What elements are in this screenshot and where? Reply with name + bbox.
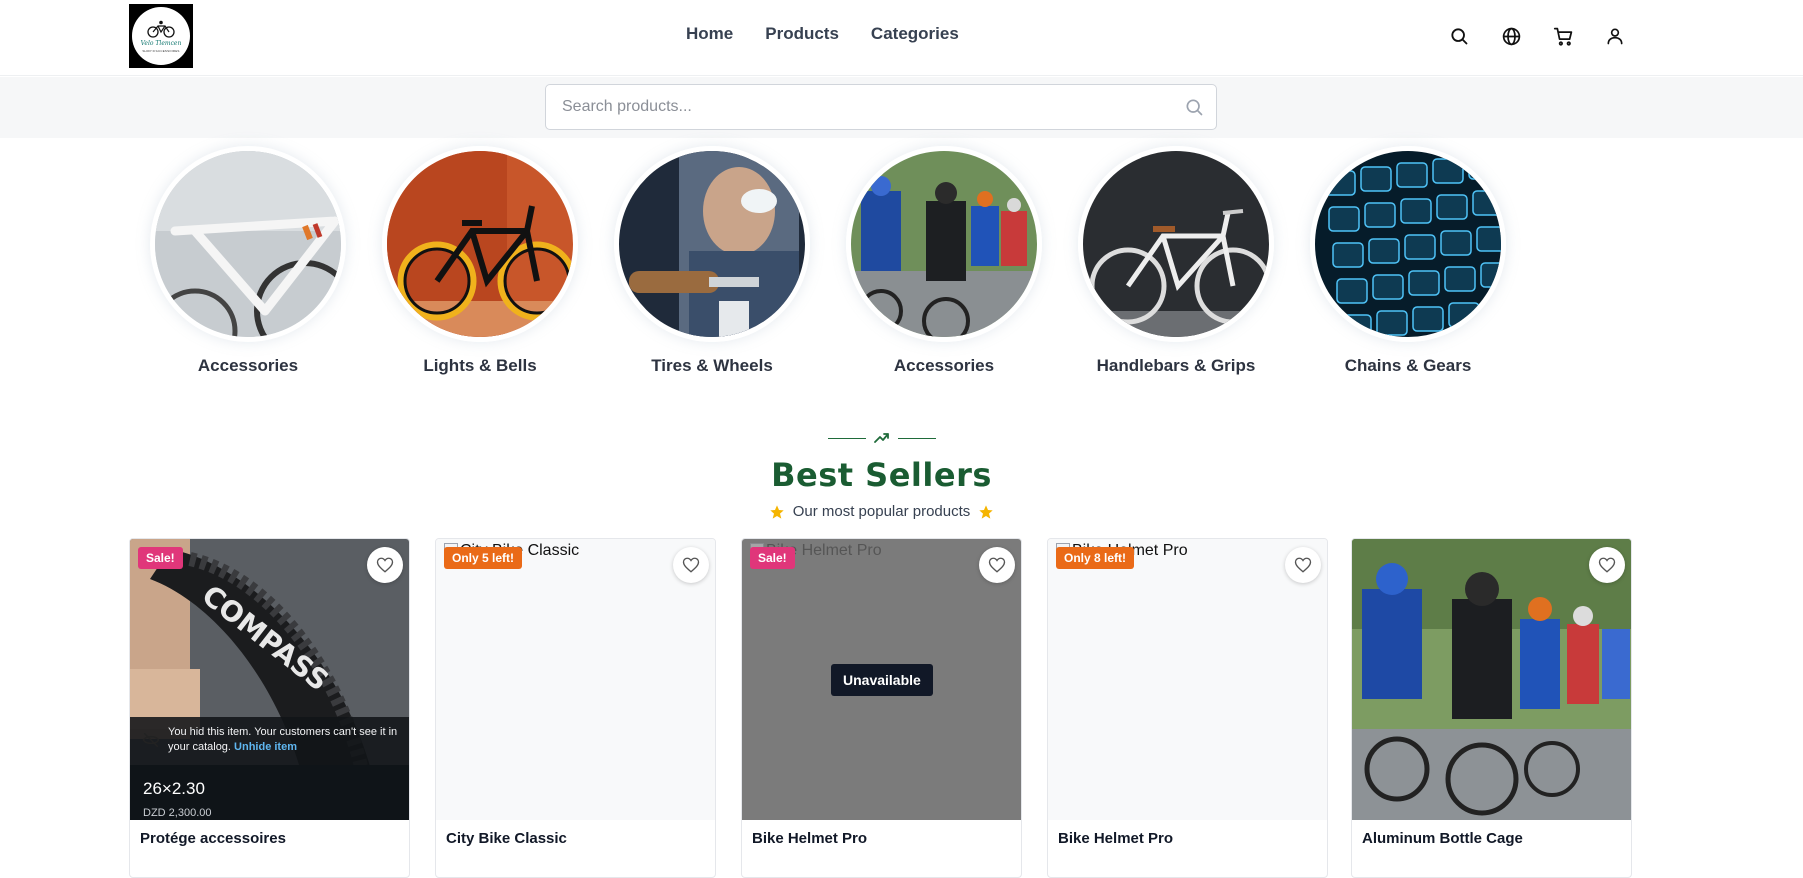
logo-text: Velo Tlemcen [140,39,182,47]
best-sellers-subtitle: Our most popular products [792,503,971,520]
product-image: City Bike Classic Only 5 left! [436,539,715,820]
nav-categories[interactable]: Categories [871,24,959,44]
product-overlay-title: 26×2.30 [143,779,205,798]
product-card[interactable]: Aluminum Bottle Cage [1351,538,1632,878]
bike-frame-image [155,151,341,337]
cyclists-product-image [1352,539,1631,820]
favorite-button[interactable] [673,547,709,583]
star-icon [979,504,993,519]
product-card[interactable]: COMPASS Sale! You hid this item. Your cu… [129,538,410,878]
header-actions [1447,24,1655,48]
category-item[interactable]: Handlebars & Grips [1070,146,1282,376]
product-image: COMPASS Sale! You hid this item. Your cu… [130,539,409,820]
product-image: Bike Helmet Pro Only 8 left! [1048,539,1327,820]
product-overlay-price: DZD 2,300.00 [143,807,212,819]
sale-badge: Sale! [138,547,183,569]
brand-logo[interactable]: Velo Tlemcen SHOP D'ACCESSOIRES [129,4,193,68]
product-name[interactable]: Bike Helmet Pro [752,830,867,847]
favorite-button[interactable] [979,547,1015,583]
heart-icon [1598,557,1616,573]
category-label: Accessories [893,356,995,375]
category-carousel: Accessories Lights & Bells Tires & Wheel… [140,146,1540,396]
category-image [1078,146,1274,342]
nav-home[interactable]: Home [686,24,733,44]
hidden-item-notice: You hid this item. Your customers can't … [130,717,409,765]
category-label: Handlebars & Grips [1096,356,1256,375]
product-image: Bike Helmet Pro Sale! Unavailable [742,539,1021,820]
category-image [150,146,346,342]
search-submit-icon[interactable] [1184,97,1204,117]
category-item[interactable]: Tires & Wheels [606,146,818,376]
category-label: Tires & Wheels [651,356,773,375]
product-name[interactable]: Aluminum Bottle Cage [1362,830,1523,847]
keyboard-image [1315,151,1501,337]
cyclists-image [851,151,1037,337]
divider-line [898,437,936,439]
main-nav: Home Products Categories [686,24,991,44]
sale-badge: Sale! [750,547,795,569]
category-label: Lights & Bells [423,356,537,375]
best-sellers-title: Best Sellers [771,456,992,494]
search-input[interactable] [562,85,1162,129]
cart-icon[interactable] [1551,24,1575,48]
product-card[interactable]: City Bike Classic Only 5 left! City Bike… [435,538,716,878]
favorite-button[interactable] [1589,547,1625,583]
globe-icon[interactable] [1499,24,1523,48]
category-item[interactable]: Chains & Gears [1302,146,1514,376]
product-overlay-footer: 26×2.30 DZD 2,300.00 [130,765,409,820]
product-name[interactable]: Bike Helmet Pro [1058,830,1173,847]
category-image [382,146,578,342]
nav-products[interactable]: Products [765,24,839,44]
low-stock-badge: Only 5 left! [444,547,523,569]
search-icon[interactable] [1447,24,1471,48]
heart-icon [682,557,700,573]
favorite-button[interactable] [1285,547,1321,583]
heart-icon [1294,557,1312,573]
product-name[interactable]: City Bike Classic [446,830,567,847]
product-card[interactable]: Bike Helmet Pro Only 8 left! Bike Helmet… [1047,538,1328,878]
unavailable-badge: Unavailable [831,664,933,696]
logo-subtext: SHOP D'ACCESSOIRES [142,48,180,53]
site-header: Velo Tlemcen SHOP D'ACCESSOIRES Home Pro… [0,0,1803,76]
category-image [846,146,1042,342]
divider-line [828,437,866,439]
search-box [545,84,1217,130]
low-stock-badge: Only 8 left! [1056,547,1135,569]
mechanic-image [619,151,805,337]
unhide-item-link[interactable]: Unhide item [234,741,297,753]
trending-up-icon [874,433,889,443]
heart-icon [376,557,394,573]
category-item[interactable]: Accessories [142,146,354,376]
category-image [1310,146,1506,342]
logo-badge: Velo Tlemcen SHOP D'ACCESSOIRES [132,7,190,65]
section-divider [828,430,936,446]
star-icon [770,504,784,519]
bicycle-logo-icon [147,20,175,38]
product-image [1352,539,1631,820]
favorite-button[interactable] [367,547,403,583]
bike-orange-wall-image [387,151,573,337]
category-image [614,146,810,342]
product-name[interactable]: Protége accessoires [140,830,286,847]
category-label: Chains & Gears [1344,356,1472,375]
category-item[interactable]: Accessories [838,146,1050,376]
product-card[interactable]: Bike Helmet Pro Sale! Unavailable Bike H… [741,538,1022,878]
heart-icon [988,557,1006,573]
category-item[interactable]: Lights & Bells [374,146,586,376]
user-icon[interactable] [1603,24,1627,48]
category-label: Accessories [197,356,299,375]
search-bar-section [0,77,1803,138]
eye-off-icon [142,732,160,748]
white-bike-dark-image [1083,151,1269,337]
best-sellers-subtitle-row: Our most popular products [0,503,1763,520]
